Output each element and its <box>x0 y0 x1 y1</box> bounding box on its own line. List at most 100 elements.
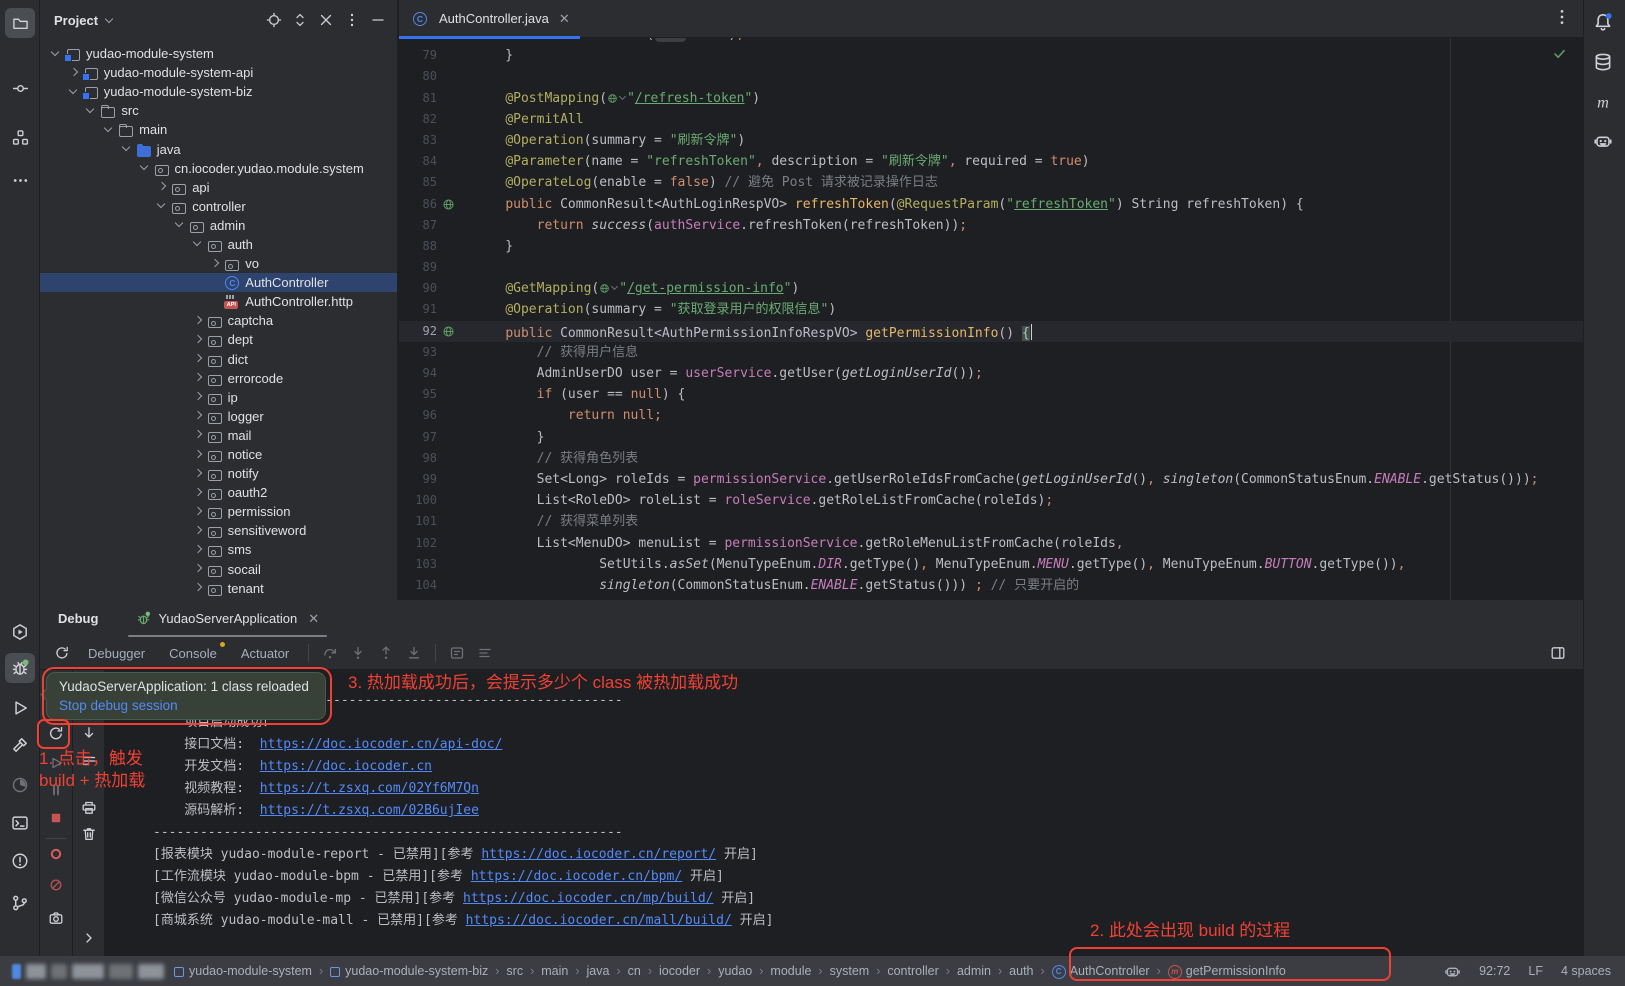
line-number[interactable]: 79 <box>399 45 437 66</box>
tree-item-permission[interactable]: permission <box>40 502 397 521</box>
tree-item-dict[interactable]: dict <box>40 350 397 369</box>
tree-arrow-icon[interactable] <box>190 332 206 348</box>
tree-arrow-icon[interactable] <box>190 351 206 367</box>
tree-item-admin[interactable]: admin <box>40 216 397 235</box>
terminal-tool-icon[interactable] <box>5 808 35 838</box>
project-panel-title[interactable]: Project <box>54 13 98 28</box>
print-icon[interactable] <box>81 800 97 816</box>
line-number[interactable]: 100 <box>399 490 437 511</box>
breadcrumb-module[interactable]: module <box>770 964 811 978</box>
tree-item-cn.iocoder.yudao.module.system[interactable]: cn.iocoder.yudao.module.system <box>40 159 397 178</box>
thread-dump-camera-icon[interactable] <box>48 910 64 926</box>
line-number[interactable]: 96 <box>399 405 437 426</box>
console-link[interactable]: https://t.zsxq.com/02Yf6M7Qn <box>260 781 479 796</box>
stop-button-icon[interactable] <box>48 810 64 829</box>
console-link[interactable]: https://doc.iocoder.cn/mp/build/ <box>463 891 713 906</box>
editor[interactable]: AuthController.java ✕ 78 return success(… <box>399 0 1583 600</box>
breadcrumb-controller[interactable]: controller <box>887 964 938 978</box>
line-number[interactable]: 88 <box>399 236 437 257</box>
line-number[interactable]: 89 <box>399 257 437 278</box>
debug-panel-title[interactable]: Debug <box>58 611 98 626</box>
line-number[interactable]: 83 <box>399 130 437 151</box>
api-endpoint-gutter-icon[interactable] <box>437 194 459 215</box>
maven-tool-icon[interactable]: m <box>1593 92 1613 115</box>
project-title-chevron-icon[interactable] <box>102 13 118 29</box>
tree-item-api[interactable]: api <box>40 178 397 197</box>
problems-tool-icon[interactable] <box>5 846 35 876</box>
code-area[interactable]: 78 return success(data: true);79 }8081 @… <box>399 38 1583 600</box>
build-tool-icon[interactable] <box>5 730 35 760</box>
tree-arrow-icon[interactable] <box>154 179 170 195</box>
tree-item-yudao-module-system[interactable]: yudao-module-system <box>40 44 397 63</box>
tree-arrow-icon[interactable] <box>190 447 206 463</box>
rerun-debug-icon[interactable] <box>49 640 75 666</box>
tree-item-vo[interactable]: vo <box>40 254 397 273</box>
scroll-to-end-icon[interactable] <box>81 725 97 741</box>
tree-arrow-icon[interactable] <box>190 485 206 501</box>
tree-item-yudao-module-system-api[interactable]: yudao-module-system-api <box>40 63 397 82</box>
breadcrumb-auth[interactable]: auth <box>1009 964 1033 978</box>
tab-authcontroller-java[interactable]: AuthController.java ✕ <box>399 0 580 38</box>
step-over-icon[interactable] <box>317 640 343 666</box>
locate-file-icon[interactable] <box>263 9 285 31</box>
tree-arrow-icon[interactable] <box>101 122 117 138</box>
breadcrumb-java[interactable]: java <box>587 964 610 978</box>
status-robot-icon[interactable] <box>1444 963 1461 980</box>
debugger-view-tab[interactable]: Debugger <box>77 646 156 661</box>
tree-arrow-icon[interactable] <box>190 236 206 252</box>
debug-session-tab-close-icon[interactable]: ✕ <box>308 611 319 627</box>
tree-arrow-icon[interactable] <box>190 427 206 443</box>
collapse-all-icon[interactable] <box>315 9 337 31</box>
tree-item-dept[interactable]: dept <box>40 330 397 349</box>
tree-arrow-icon[interactable] <box>83 103 99 119</box>
tree-arrow-icon[interactable] <box>190 561 206 577</box>
structure-tool-icon[interactable] <box>5 122 35 152</box>
tree-arrow-icon[interactable] <box>190 370 206 386</box>
line-number[interactable]: 98 <box>399 448 437 469</box>
line-number[interactable]: 91 <box>399 299 437 320</box>
line-number[interactable]: 87 <box>399 215 437 236</box>
breadcrumb-system[interactable]: system <box>830 964 870 978</box>
tree-item-sensitiveword[interactable]: sensitiveword <box>40 521 397 540</box>
tree-item-java[interactable]: java <box>40 139 397 158</box>
view-options-icon[interactable] <box>444 640 470 666</box>
indent-style[interactable]: 4 spaces <box>1561 964 1611 978</box>
tree-item-sms[interactable]: sms <box>40 540 397 559</box>
tree-item-errorcode[interactable]: errorcode <box>40 369 397 388</box>
api-endpoint-gutter-icon[interactable] <box>437 321 459 342</box>
tree-arrow-icon[interactable] <box>137 160 153 176</box>
notifications-bell-icon[interactable] <box>1593 12 1613 32</box>
expand-all-icon[interactable] <box>289 9 311 31</box>
line-number[interactable]: 93 <box>399 342 437 363</box>
line-number[interactable]: 78 <box>399 38 437 45</box>
tree-item-mail[interactable]: mail <box>40 426 397 445</box>
line-number[interactable]: 99 <box>399 469 437 490</box>
line-number[interactable]: 86 <box>399 194 437 215</box>
breadcrumb-yudao-module-system[interactable]: yudao-module-system <box>174 964 312 978</box>
caret-position[interactable]: 92:72 <box>1479 964 1510 978</box>
line-number[interactable]: 92 <box>399 321 437 342</box>
run-tool-icon[interactable] <box>5 693 35 723</box>
line-number[interactable]: 82 <box>399 109 437 130</box>
line-number[interactable]: 95 <box>399 384 437 405</box>
tree-item-yudao-module-system-biz[interactable]: yudao-module-system-biz <box>40 82 397 101</box>
tree-arrow-icon[interactable] <box>66 84 82 100</box>
breadcrumb-src[interactable]: src <box>506 964 523 978</box>
line-number[interactable]: 85 <box>399 172 437 193</box>
tree-arrow-icon[interactable] <box>190 313 206 329</box>
line-number[interactable]: 84 <box>399 151 437 172</box>
layout-settings-icon[interactable] <box>1545 640 1571 666</box>
tree-item-src[interactable]: src <box>40 101 397 120</box>
tree-item-ip[interactable]: ip <box>40 388 397 407</box>
expand-more-chevron-icon[interactable] <box>81 930 97 946</box>
tree-arrow-icon[interactable] <box>190 542 206 558</box>
mute-breakpoints-icon[interactable] <box>48 877 64 896</box>
breadcrumb-cn[interactable]: cn <box>628 964 641 978</box>
breadcrumb-yudao[interactable]: yudao <box>718 964 752 978</box>
step-out-icon[interactable] <box>373 640 399 666</box>
line-number[interactable]: 102 <box>399 533 437 554</box>
tree-arrow-icon[interactable] <box>119 141 135 157</box>
tree-arrow-icon[interactable] <box>190 389 206 405</box>
breadcrumb-main[interactable]: main <box>541 964 568 978</box>
line-number[interactable]: 81 <box>399 88 437 109</box>
